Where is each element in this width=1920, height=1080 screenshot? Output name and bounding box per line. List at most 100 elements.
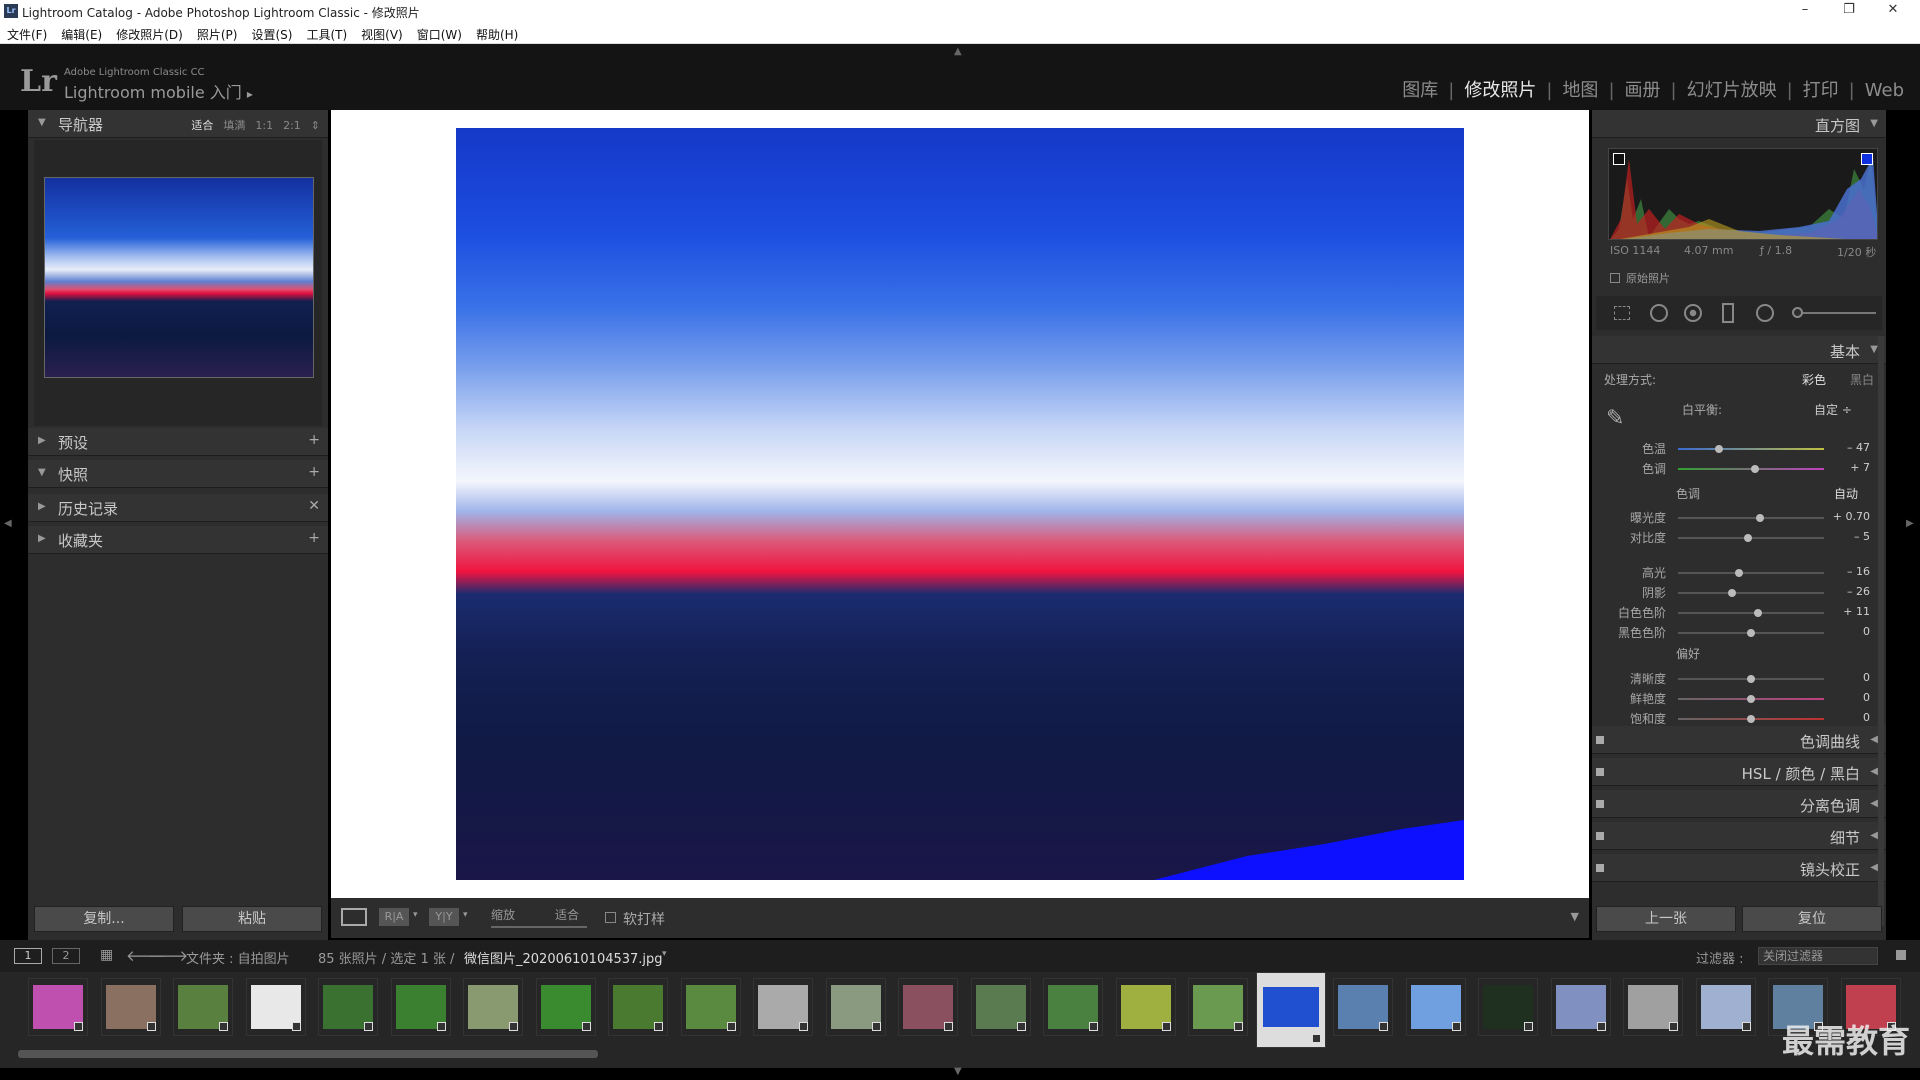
filmstrip-thumbnail[interactable] bbox=[1478, 978, 1538, 1036]
filmstrip-thumbnail[interactable] bbox=[100, 978, 161, 1036]
filmstrip-thumbnail[interactable] bbox=[1115, 978, 1176, 1036]
menu-edit[interactable]: 编辑(E) bbox=[54, 22, 109, 43]
zoom-slider[interactable] bbox=[491, 926, 587, 928]
thumbnail-badge-icon[interactable] bbox=[219, 1022, 228, 1031]
white-balance-eyedropper-icon[interactable]: ✎ bbox=[1606, 406, 1624, 431]
filter-lock-icon[interactable] bbox=[1896, 950, 1906, 960]
slider-track-contrast[interactable] bbox=[1678, 534, 1824, 542]
thumbnail-badge-icon[interactable] bbox=[364, 1022, 373, 1031]
module-map[interactable]: 地图 bbox=[1556, 80, 1604, 101]
softproof-checkbox[interactable] bbox=[605, 912, 616, 923]
treatment-bw-button[interactable]: 黑白 bbox=[1850, 371, 1874, 388]
thumbnail-badge-icon[interactable] bbox=[726, 1022, 736, 1031]
slider-thumb-vibrance[interactable] bbox=[1747, 695, 1755, 703]
add-snapshot-icon[interactable]: + bbox=[308, 464, 320, 480]
thumbnail-badge-icon[interactable] bbox=[799, 1022, 808, 1031]
filmstrip-thumbnail[interactable] bbox=[608, 978, 668, 1036]
panel-switch-icon[interactable] bbox=[1596, 768, 1604, 776]
previous-button[interactable]: 上一张 bbox=[1596, 906, 1736, 932]
thumbnail-badge-icon[interactable] bbox=[1016, 1022, 1026, 1031]
filmstrip-thumbnail[interactable] bbox=[753, 978, 813, 1036]
lens-correction-header[interactable]: 镜头校正 ◀ bbox=[1592, 854, 1886, 882]
thumbnail-badge-icon[interactable] bbox=[944, 1022, 953, 1031]
thumbnail-badge-icon[interactable] bbox=[1451, 1022, 1461, 1031]
toolbar-menu-icon[interactable]: ▼ bbox=[1571, 910, 1579, 923]
slider-thumb-temp[interactable] bbox=[1714, 445, 1723, 453]
chevron-down-icon[interactable]: ▾ bbox=[413, 910, 418, 920]
thumbnail-badge-icon[interactable] bbox=[74, 1022, 83, 1031]
filmstrip-thumbnail[interactable] bbox=[825, 978, 886, 1036]
source-label[interactable]: 文件夹 : 自拍图片 bbox=[186, 948, 290, 967]
slider-thumb-tint[interactable] bbox=[1751, 465, 1760, 473]
minimize-button[interactable]: – bbox=[1782, 0, 1828, 22]
brush-slider[interactable] bbox=[1796, 312, 1876, 314]
panel-switch-icon[interactable] bbox=[1596, 736, 1604, 744]
histogram-graph[interactable] bbox=[1608, 148, 1878, 240]
filmstrip-thumbnail[interactable] bbox=[1550, 978, 1611, 1036]
slider-value-vibrance[interactable]: 0 bbox=[1830, 691, 1870, 704]
filmstrip-thumbnail[interactable] bbox=[1333, 978, 1393, 1036]
filmstrip-thumbnail[interactable] bbox=[1623, 978, 1683, 1036]
slider-track-highlights[interactable] bbox=[1678, 569, 1824, 577]
slider-thumb-whites[interactable] bbox=[1754, 609, 1763, 617]
add-preset-icon[interactable]: + bbox=[308, 432, 320, 448]
thumbnail-badge-icon[interactable] bbox=[1741, 1022, 1751, 1031]
module-web[interactable]: Web bbox=[1859, 80, 1910, 101]
slider-thumb-highlights[interactable] bbox=[1735, 569, 1744, 577]
filmstrip-thumbnail[interactable] bbox=[28, 978, 88, 1036]
filmstrip-thumbnail[interactable] bbox=[535, 978, 596, 1036]
slider-value-contrast[interactable]: – 5 bbox=[1830, 530, 1870, 543]
chevron-down-icon[interactable]: ▾ bbox=[662, 949, 667, 959]
filmstrip-thumbnail[interactable] bbox=[245, 978, 306, 1036]
left-collapse-icon[interactable]: ◀ bbox=[4, 518, 12, 529]
reset-button[interactable]: 复位 bbox=[1742, 906, 1882, 932]
thumbnail-badge-icon[interactable] bbox=[581, 1022, 591, 1031]
zoom-2-1[interactable]: 2:1 bbox=[283, 119, 301, 132]
menu-help[interactable]: 帮助(H) bbox=[469, 22, 525, 43]
slider-track-shadows[interactable] bbox=[1678, 589, 1824, 597]
slider-thumb-shadows[interactable] bbox=[1728, 589, 1737, 597]
slider-track-exposure[interactable] bbox=[1678, 514, 1824, 522]
white-balance-select[interactable]: 自定 ÷ bbox=[1814, 401, 1852, 418]
slider-thumb-contrast[interactable] bbox=[1744, 534, 1753, 542]
slider-value-tint[interactable]: + 7 bbox=[1830, 461, 1870, 474]
auto-tone-button[interactable]: 自动 bbox=[1834, 485, 1858, 502]
slider-value-shadows[interactable]: – 26 bbox=[1830, 585, 1870, 598]
slider-value-clarity[interactable]: 0 bbox=[1830, 671, 1870, 684]
loupe-view-icon[interactable] bbox=[341, 908, 367, 926]
slider-track-vibrance[interactable] bbox=[1678, 695, 1824, 703]
paste-button[interactable]: 粘贴 bbox=[182, 906, 322, 932]
slider-thumb-exposure[interactable] bbox=[1755, 514, 1764, 522]
close-button[interactable]: ✕ bbox=[1870, 0, 1916, 22]
before-after-button[interactable]: R|A bbox=[379, 908, 409, 926]
slider-value-temp[interactable]: – 47 bbox=[1830, 441, 1870, 454]
navigator-thumbnail[interactable] bbox=[44, 177, 314, 378]
filmstrip-thumbnail[interactable] bbox=[680, 978, 741, 1036]
spot-removal-icon[interactable] bbox=[1650, 304, 1668, 322]
treatment-color-button[interactable]: 彩色 bbox=[1802, 371, 1826, 388]
radial-filter-icon[interactable] bbox=[1756, 304, 1774, 322]
main-photo[interactable] bbox=[456, 128, 1464, 880]
detail-header[interactable]: 细节 ◀ bbox=[1592, 822, 1886, 850]
thumbnail-badge-icon[interactable] bbox=[1161, 1022, 1171, 1031]
thumbnail-badge-icon[interactable] bbox=[1234, 1022, 1243, 1031]
adjustment-brush-icon[interactable] bbox=[1792, 307, 1803, 318]
thumbnail-badge-icon[interactable] bbox=[291, 1022, 301, 1031]
current-filename[interactable]: 微信图片_20200610104537.jpg bbox=[464, 948, 663, 967]
slider-track-clarity[interactable] bbox=[1678, 675, 1824, 683]
slider-track-blacks[interactable] bbox=[1678, 629, 1824, 637]
slider-value-highlights[interactable]: – 16 bbox=[1830, 565, 1870, 578]
menu-file[interactable]: 文件(F) bbox=[0, 22, 54, 43]
module-library[interactable]: 图库 bbox=[1396, 80, 1444, 101]
shadow-clipping-icon[interactable] bbox=[1613, 153, 1625, 165]
filmstrip-thumbnail[interactable] bbox=[1255, 972, 1326, 1048]
grid-view-icon[interactable]: ▦ bbox=[100, 947, 113, 963]
right-collapse-icon[interactable]: ▶ bbox=[1906, 518, 1914, 529]
slider-thumb-blacks[interactable] bbox=[1747, 629, 1755, 637]
slider-value-exposure[interactable]: + 0.70 bbox=[1830, 510, 1870, 523]
module-develop[interactable]: 修改照片 bbox=[1458, 80, 1542, 101]
zoom-fill[interactable]: 填满 bbox=[223, 119, 245, 132]
filter-select[interactable]: 关闭过滤器 bbox=[1758, 947, 1878, 965]
original-photo-checkbox[interactable] bbox=[1610, 273, 1620, 283]
slider-track-temp[interactable] bbox=[1678, 445, 1824, 453]
